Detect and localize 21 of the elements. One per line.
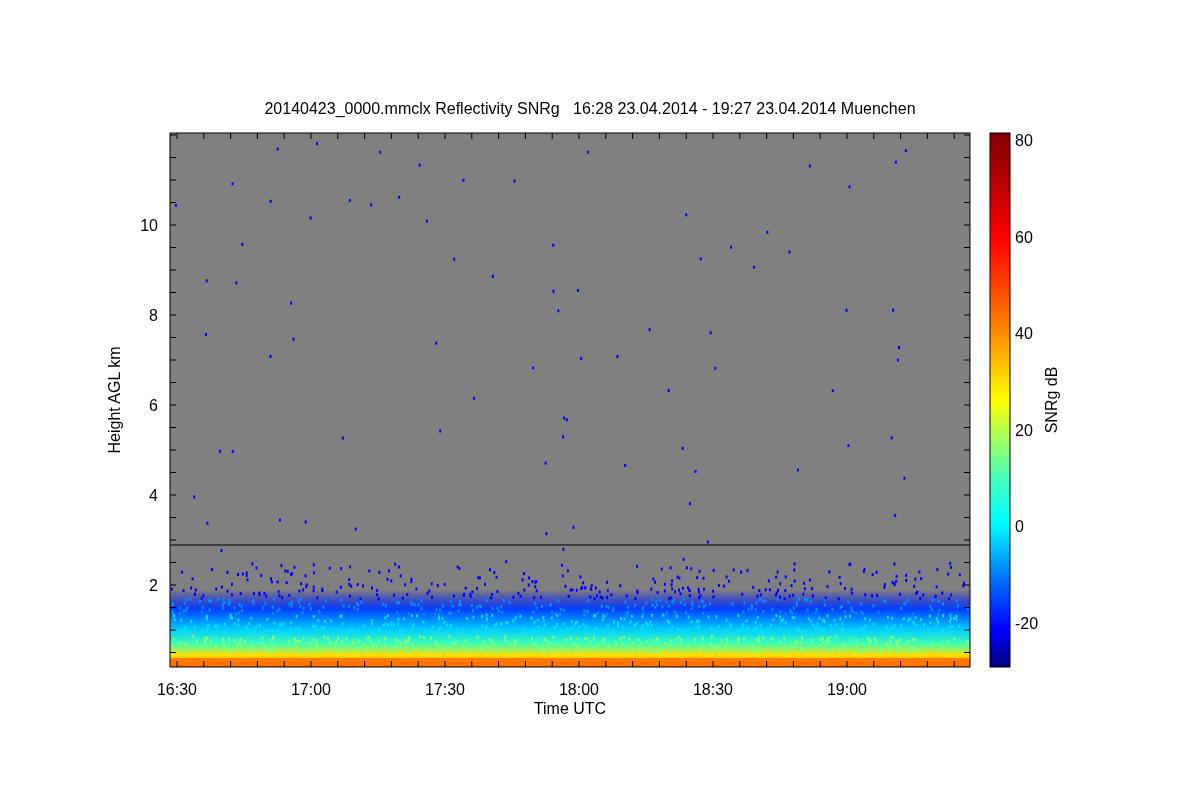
y-tick-label: 6 <box>149 397 158 414</box>
plot-title: 20140423_0000.mmclx Reflectivity SNRg 16:28 23.04.2014 - 19:27 23.04.2014 Muenchen <box>264 100 916 117</box>
y-tick-label: 8 <box>149 307 158 324</box>
color-scale-label: SNRg dB <box>1043 366 1060 434</box>
color-scale-tick-label: -20 <box>1015 614 1039 632</box>
x-axis-label: Time UTC <box>533 700 607 717</box>
x-tick-label: 16:30 <box>157 681 197 698</box>
x-tick-label: 17:30 <box>425 681 465 698</box>
y-tick-label: 10 <box>140 217 158 234</box>
y-axis-label: Height AGL km <box>106 346 123 454</box>
y-tick-label: 4 <box>149 487 158 504</box>
x-tick-label: 18:30 <box>693 681 733 698</box>
y-tick-label: 2 <box>149 577 158 594</box>
color-scale-tick-label: 0 <box>1015 518 1024 535</box>
x-tick-label: 18:00 <box>559 681 599 698</box>
x-tick-label: 19:00 <box>827 681 867 698</box>
color-scale-tick-label: 40 <box>1015 325 1033 342</box>
x-tick-label: 17:00 <box>291 681 331 698</box>
color-scale-tick-label: 20 <box>1015 421 1033 439</box>
color-scale-tick-label: 60 <box>1015 228 1033 246</box>
color-scale-tick-label: 80 <box>1015 132 1033 149</box>
